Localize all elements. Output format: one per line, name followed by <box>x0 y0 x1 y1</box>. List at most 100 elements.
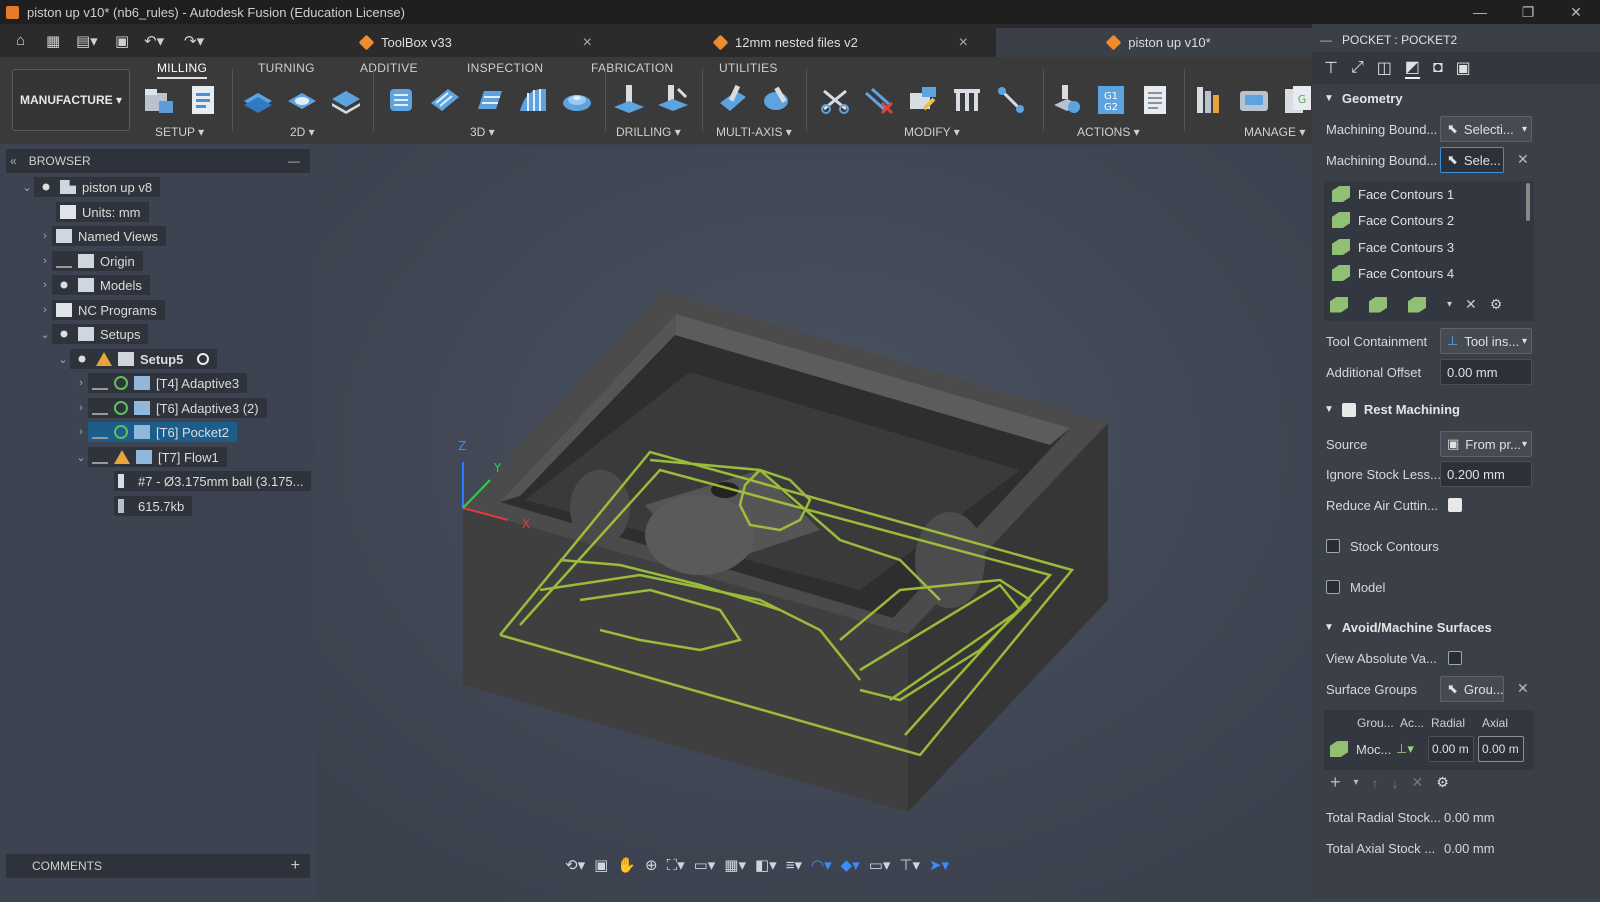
viewports-icon[interactable]: ◧▾ <box>755 856 777 874</box>
close-window-button[interactable]: ✕ <box>1552 0 1600 24</box>
stock-contours-row[interactable]: Stock Contours <box>1326 534 1439 558</box>
move-up-icon[interactable]: ↑ <box>1372 775 1379 791</box>
list-scrollbar[interactable] <box>1526 183 1530 221</box>
model-checkbox[interactable] <box>1326 580 1340 594</box>
group-3d[interactable]: 3D ▾ <box>470 125 495 139</box>
hidden-eye-icon[interactable] <box>92 376 108 390</box>
list-item[interactable]: Face Contours 2 <box>1332 208 1454 232</box>
group-drilling[interactable]: DRILLING ▾ <box>616 125 681 139</box>
tree-models[interactable]: › Models <box>38 275 150 295</box>
multiaxis-contour-icon[interactable] <box>760 83 794 117</box>
stock-contours-checkbox[interactable] <box>1326 539 1340 553</box>
section-rest-machining[interactable]: ▼ Rest Machining <box>1324 402 1460 417</box>
tab-tool-icon[interactable]: ⊤ <box>1324 58 1338 78</box>
hidden-eye-icon[interactable] <box>92 401 108 415</box>
tree-op-adaptive3-2[interactable]: › [T6] Adaptive3 (2) <box>74 398 267 418</box>
reduce-air-cutting-checkbox[interactable] <box>1448 498 1462 512</box>
tool-library-icon[interactable] <box>1193 83 1227 117</box>
tree-setups[interactable]: ⌄ Setups <box>38 324 149 344</box>
drill-icon[interactable] <box>612 83 646 117</box>
tab-additive[interactable]: ADDITIVE <box>360 61 418 75</box>
ignore-stock-input[interactable]: 0.200 mm <box>1440 461 1532 487</box>
zoom-icon[interactable]: ⊕ <box>645 856 658 874</box>
hidden-eye-icon[interactable] <box>56 254 72 268</box>
display-settings-icon[interactable]: ▭▾ <box>694 856 716 874</box>
file-menu-icon[interactable]: ▤▾ <box>76 32 98 50</box>
fit-icon[interactable]: ⛶▾ <box>667 856 685 874</box>
comments-panel[interactable]: COMMENTS + <box>6 854 310 878</box>
tree-origin[interactable]: › Origin <box>38 251 143 271</box>
post-library-icon[interactable]: G <box>1281 83 1315 117</box>
group-modify[interactable]: MODIFY ▾ <box>904 125 960 139</box>
steep-shallow-icon[interactable] <box>472 83 506 117</box>
tab-utilities[interactable]: UTILITIES <box>719 61 778 75</box>
hidden-eye-icon[interactable] <box>92 425 108 439</box>
tree-setup5[interactable]: ⌄ Setup5 <box>56 349 218 369</box>
2d-pocket-icon[interactable] <box>285 83 319 117</box>
clear-surface-groups-icon[interactable]: ✕ <box>1517 680 1529 697</box>
redo-icon[interactable]: ↷▾ <box>184 32 204 50</box>
radial-stock-input[interactable]: 0.00 m <box>1428 736 1474 762</box>
tab-geometry-icon[interactable]: ⤢ <box>1351 59 1364 77</box>
apps-grid-icon[interactable]: ▦ <box>46 32 60 50</box>
simulate-icon[interactable] <box>1050 83 1084 117</box>
tree-root[interactable]: ⌄ piston up v8 <box>20 177 161 197</box>
tree-units[interactable]: Units: mm <box>56 202 149 222</box>
home-icon[interactable]: ⌂ <box>16 32 25 49</box>
model-canvas[interactable]: Z Y X <box>315 147 1312 899</box>
camera-icon[interactable]: ▭▾ <box>869 856 891 874</box>
tree-op-flow1[interactable]: ⌄ [T7] Flow1 <box>74 447 227 467</box>
settings-gear-icon[interactable]: ⚙ <box>1436 774 1449 791</box>
3d-pocket-icon[interactable] <box>428 83 462 117</box>
collapse-dialog-icon[interactable]: — <box>1320 33 1332 47</box>
tree-op-adaptive3[interactable]: › [T4] Adaptive3 <box>74 373 248 393</box>
visibility-eye-icon[interactable] <box>56 278 72 292</box>
3d-adaptive-icon[interactable] <box>384 83 418 117</box>
close-tab-icon[interactable]: × <box>959 34 968 52</box>
remove-group-icon[interactable]: ✕ <box>1412 774 1424 791</box>
doc-tab-nested[interactable]: 12mm nested files v2 × <box>704 28 976 57</box>
tab-turning[interactable]: TURNING <box>258 61 315 75</box>
move-down-icon[interactable]: ↓ <box>1392 775 1399 791</box>
remove-contour-icon[interactable]: ✕ <box>1465 296 1477 313</box>
tab-milling[interactable]: MILLING <box>157 61 208 79</box>
tab-post-icon[interactable]: ▣ <box>1456 58 1471 78</box>
doc-tab-piston[interactable]: piston up v10* <box>996 28 1312 57</box>
undo-icon[interactable]: ↶▾ <box>144 32 164 50</box>
tree-nc-programs[interactable]: › NC Programs <box>38 300 165 320</box>
tab-passes-icon[interactable]: ◩ <box>1404 57 1420 79</box>
group-manage[interactable]: MANAGE ▾ <box>1244 125 1305 139</box>
visibility-eye-icon[interactable] <box>74 352 90 366</box>
group-2d[interactable]: 2D ▾ <box>290 125 315 139</box>
contour-icon[interactable] <box>560 83 594 117</box>
pattern-icon[interactable] <box>950 83 984 117</box>
tab-linking-icon[interactable]: ◘ <box>1433 59 1443 77</box>
group-multiaxis[interactable]: MULTI-AXIS ▾ <box>716 125 792 139</box>
simulation-icon[interactable]: ➤▾ <box>929 856 949 874</box>
restore-button[interactable]: ❐ <box>1504 0 1552 24</box>
model-row[interactable]: Model <box>1326 575 1385 599</box>
close-tab-icon[interactable]: × <box>583 34 592 52</box>
add-pocket-icon[interactable] <box>1369 296 1387 313</box>
toolpath-display-icon[interactable]: ⊤▾ <box>899 856 920 874</box>
hole-recognition-icon[interactable] <box>656 83 690 117</box>
section-geometry[interactable]: ▼ Geometry <box>1324 91 1403 106</box>
section-avoid-machine-surfaces[interactable]: ▼ Avoid/Machine Surfaces <box>1324 620 1492 635</box>
machine-library-icon[interactable] <box>1237 83 1271 117</box>
save-icon[interactable]: ▣ <box>115 32 129 50</box>
group-actions[interactable]: ACTIONS ▾ <box>1077 125 1140 139</box>
3d-viewport[interactable]: Z Y X <box>315 147 1312 899</box>
new-setup-icon[interactable] <box>141 83 175 117</box>
2d-adaptive-icon[interactable] <box>241 83 275 117</box>
chevron-down-icon[interactable]: ▾ <box>1354 777 1359 788</box>
minimize-browser-icon[interactable]: — <box>288 154 300 168</box>
tree-op-pocket2[interactable]: › [T6] Pocket2 <box>74 422 237 442</box>
clear-selection-icon[interactable]: ✕ <box>1517 151 1529 168</box>
add-group-icon[interactable]: + <box>1330 772 1341 793</box>
list-item[interactable]: Face Contours 1 <box>1332 182 1454 206</box>
group-setup[interactable]: SETUP ▾ <box>155 125 204 139</box>
visibility-eye-icon[interactable] <box>56 327 72 341</box>
axial-stock-input[interactable]: 0.00 m <box>1478 736 1524 762</box>
swarf-icon[interactable] <box>716 83 750 117</box>
face-icon[interactable] <box>329 83 363 117</box>
